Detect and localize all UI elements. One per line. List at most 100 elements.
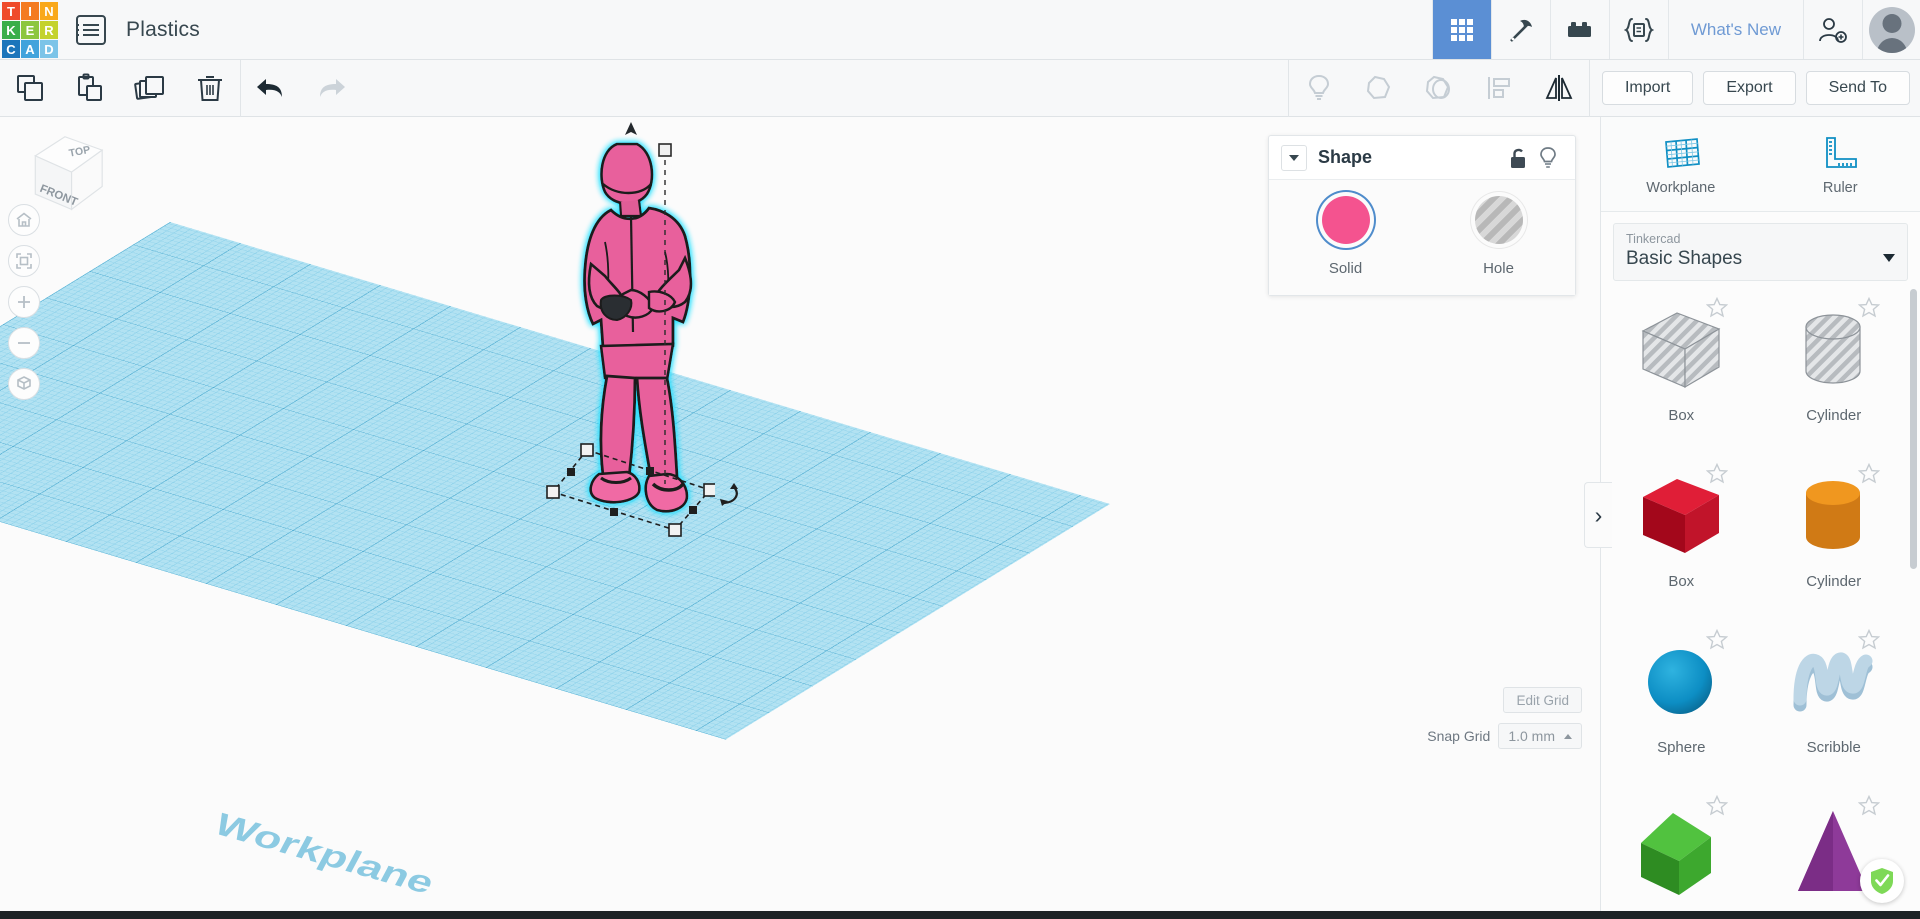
shape-label: Cylinder (1806, 573, 1862, 590)
hole-option[interactable]: Hole (1422, 196, 1575, 277)
align-button[interactable] (1469, 60, 1529, 117)
document-title: Plastics (126, 17, 200, 41)
workplane-tool[interactable]: Workplane (1601, 117, 1761, 211)
favorite-star-icon[interactable] (1705, 629, 1728, 650)
rotate-handle[interactable] (718, 482, 744, 508)
shape-item-sphere[interactable]: Sphere (1605, 621, 1758, 787)
lego-brick-icon (1567, 21, 1591, 37)
logo-tile: T (2, 2, 20, 20)
shape-library-selector[interactable]: Tinkercad Basic Shapes (1613, 223, 1908, 281)
snap-grid-select[interactable]: 1.0 mm (1498, 723, 1582, 749)
copy-icon (17, 75, 43, 101)
lock-toggle-button[interactable] (1503, 146, 1533, 170)
selection-bounding-box[interactable] (545, 432, 715, 537)
shape-panel-title: Shape (1318, 147, 1373, 167)
trash-icon (198, 76, 222, 101)
export-button[interactable]: Export (1703, 71, 1796, 105)
notes-button[interactable] (1289, 60, 1349, 117)
ungroup-button[interactable] (1409, 60, 1469, 117)
user-avatar-button[interactable] (1862, 0, 1920, 59)
shape-grid-scrollbar[interactable] (1910, 289, 1917, 569)
whats-new-link[interactable]: What's New (1667, 0, 1803, 59)
pickaxe-icon (1509, 19, 1532, 42)
bottom-strip (0, 911, 1920, 919)
logo-tile: E (21, 21, 39, 39)
import-button[interactable]: Import (1601, 71, 1694, 105)
tab-minecraft[interactable] (1490, 0, 1550, 59)
shape-item-polyhedron[interactable] (1605, 787, 1758, 919)
favorite-star-icon[interactable] (1705, 463, 1728, 484)
history-tool-group (241, 60, 361, 116)
height-handle[interactable] (658, 143, 672, 157)
paste-button[interactable] (60, 60, 120, 117)
project-menu-button[interactable] (76, 15, 106, 45)
shape-note-button[interactable] (1533, 146, 1563, 170)
home-view-button[interactable] (8, 204, 40, 236)
favorite-star-icon[interactable] (1858, 463, 1880, 484)
logo-tile: C (2, 40, 20, 58)
shape-item-scribble[interactable]: Scribble (1758, 621, 1911, 787)
shape-item-cylinder-hole[interactable]: Cylinder (1758, 289, 1911, 455)
ungroup-shapes-icon (1425, 75, 1450, 100)
right-panel-collapse-tab[interactable]: › (1584, 482, 1612, 548)
tab-3d-design[interactable] (1431, 0, 1491, 59)
edge-handle[interactable] (689, 506, 697, 514)
shape-label: Sphere (1657, 739, 1706, 756)
copy-button[interactable] (0, 60, 60, 117)
undo-button[interactable] (241, 60, 301, 117)
shape-thumbnail (1633, 637, 1729, 729)
shapes-side-panel: Workplane Ruler Tinkercad Basic Shapes B… (1600, 117, 1920, 919)
corner-handle[interactable] (703, 483, 715, 497)
workplane-grid-icon (1664, 137, 1700, 168)
group-button[interactable] (1349, 60, 1409, 117)
lightbulb-icon (1308, 74, 1329, 100)
mirror-flip-icon (1545, 75, 1573, 101)
invite-people-button[interactable] (1803, 0, 1862, 59)
edge-handle[interactable] (646, 467, 654, 475)
logo-tile: I (21, 2, 39, 20)
shape-panel-collapse-button[interactable] (1281, 144, 1307, 171)
workplane-label: Workplane (208, 807, 441, 901)
fit-to-view-button[interactable] (8, 245, 40, 277)
projection-toggle-button[interactable] (8, 368, 40, 400)
group-shapes-icon (1366, 75, 1391, 100)
library-owner-label: Tinkercad (1626, 232, 1681, 246)
corner-handle[interactable] (668, 523, 682, 537)
edit-grid-button[interactable]: Edit Grid (1503, 687, 1582, 713)
shape-tool-group (1289, 60, 1589, 116)
favorite-star-icon[interactable] (1858, 795, 1880, 816)
favorite-star-icon[interactable] (1858, 297, 1880, 318)
duplicate-button[interactable] (120, 60, 180, 117)
solid-polyhedron-icon (1641, 813, 1712, 895)
mirror-button[interactable] (1529, 60, 1589, 117)
corner-handle[interactable] (580, 443, 594, 457)
snap-grid-value: 1.0 mm (1508, 728, 1555, 744)
adblock-shield-button[interactable] (1860, 859, 1904, 903)
edge-handle[interactable] (567, 468, 575, 476)
delete-button[interactable] (180, 60, 240, 117)
ruler-tool[interactable]: Ruler (1761, 117, 1920, 211)
solid-box-icon (1643, 479, 1720, 553)
send-to-button[interactable]: Send To (1805, 71, 1910, 105)
tab-bricks[interactable] (1549, 0, 1609, 59)
shape-item-cylinder-solid[interactable]: Cylinder (1758, 455, 1911, 621)
favorite-star-icon[interactable] (1858, 629, 1880, 650)
solid-option[interactable]: Solid (1269, 196, 1422, 277)
zoom-out-button[interactable] (8, 327, 40, 359)
tinkercad-app: TINKERCAD Plastics What's New Import Exp… (0, 0, 1920, 919)
edge-handle[interactable] (610, 508, 618, 516)
favorite-star-icon[interactable] (1705, 297, 1728, 318)
shape-item-box-hole[interactable]: Box (1605, 289, 1758, 455)
redo-button[interactable] (301, 60, 361, 117)
perspective-box-icon (17, 376, 31, 390)
corner-handle[interactable] (546, 485, 560, 499)
view-cube[interactable]: TOP FRONT (20, 131, 106, 217)
shape-label: Scribble (1806, 739, 1861, 756)
tinkercad-logo[interactable]: TIN KER CAD (2, 2, 58, 58)
tab-codeblocks[interactable] (1608, 0, 1668, 59)
logo-tile: A (21, 40, 39, 58)
shape-item-box-solid[interactable]: Box (1605, 455, 1758, 621)
favorite-star-icon[interactable] (1705, 795, 1728, 816)
zoom-in-button[interactable] (8, 286, 40, 318)
